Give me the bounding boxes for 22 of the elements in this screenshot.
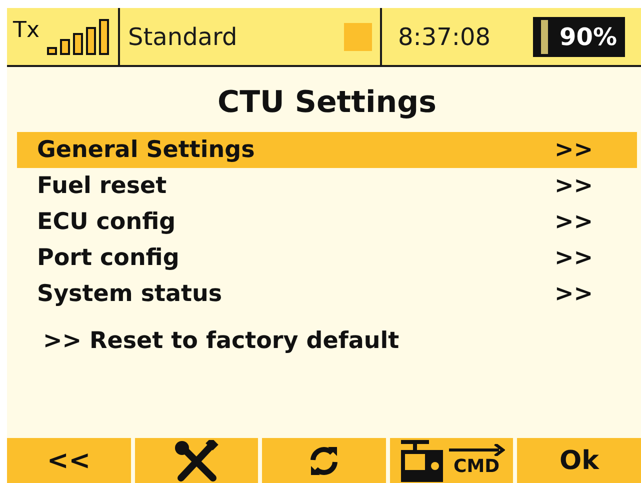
profile-name: Standard: [128, 22, 238, 50]
reset-link[interactable]: >> Reset to factory default: [43, 328, 637, 354]
softkey-button[interactable]: <<: [7, 438, 131, 483]
transmitter-icon: [398, 440, 445, 482]
clock-time: 8:37:08: [398, 22, 491, 50]
tools-button[interactable]: [134, 438, 258, 483]
status-square-icon: [344, 22, 372, 50]
menu-item[interactable]: Port config >>: [17, 240, 637, 276]
arrow-icon: [448, 444, 505, 456]
battery-indicator: 90%: [532, 16, 625, 56]
page-title: CTU Settings: [216, 85, 438, 120]
menu-item[interactable]: Fuel reset >>: [17, 168, 637, 204]
menu-item[interactable]: ECU config >>: [17, 204, 637, 240]
softkey-button[interactable]: Ok: [517, 438, 641, 483]
command-button[interactable]: CMD: [390, 438, 514, 483]
menu-item[interactable]: System status >>: [17, 276, 637, 312]
refresh-button[interactable]: [262, 438, 386, 483]
tx-label: Tx: [13, 18, 40, 43]
signal-icon: [44, 18, 112, 56]
command-label: CMD: [454, 456, 500, 477]
tools-icon: [173, 440, 220, 482]
menu-item[interactable]: General Settings >>: [17, 132, 637, 168]
